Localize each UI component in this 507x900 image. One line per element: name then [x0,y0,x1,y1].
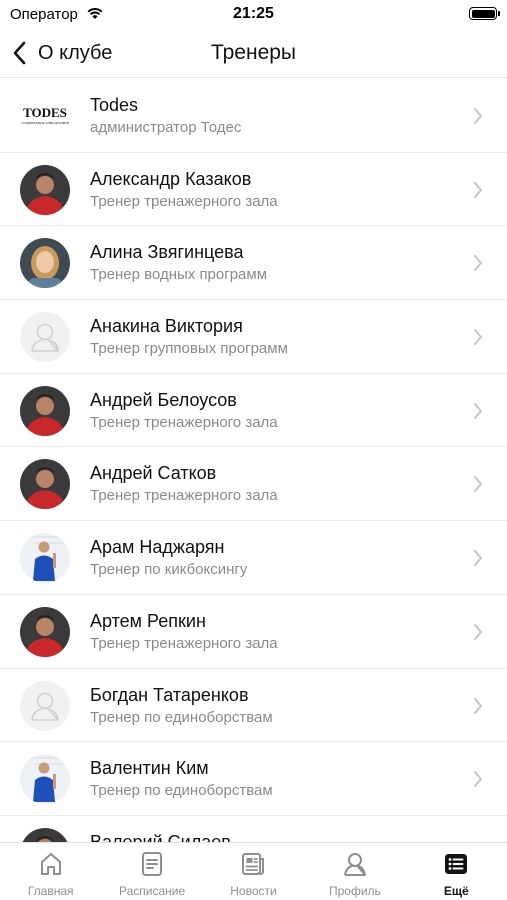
trainer-role: Тренер тренажерного зала [90,634,278,652]
trainer-role: Тренер групповых программ [90,340,288,358]
trainer-name: Андрей Белоусов [90,389,237,410]
trainer-name: Богдан Татаренков [90,684,249,705]
trainer-role: Тренер водных программ [90,266,268,284]
trainer-list: TODES СТУДИЯ БАЛЕТА АЛЛЫ ДУХОВОЙ Todes адми… [0,79,507,842]
avatar-photo [20,606,70,657]
tab-more[interactable]: Ещё [406,843,507,900]
trainer-name: Анакина Виктория [90,316,243,337]
news-icon [242,853,265,875]
navigation-bar: О клубе Тренеры [0,30,507,78]
chevron-right-icon [474,255,482,272]
trainer-name: Арам Наджарян [90,537,225,558]
avatar [20,385,70,436]
avatar-photo [20,459,70,510]
tab-profile[interactable]: Профиль [304,843,405,900]
avatar [20,754,70,805]
page-title: Тренеры [210,41,297,64]
avatar [20,164,70,215]
tab-label: Расписание [119,884,186,898]
avatar-photo [20,827,70,842]
avatar-photo [20,385,70,436]
avatar [20,238,70,289]
trainer-name: Александр Казаков [90,168,252,189]
trainer-row[interactable]: Андрей Сатков Тренер тренажерного зала [0,447,507,522]
trainer-role: Тренер тренажерного зала [90,487,278,505]
more-list-icon [445,854,468,874]
chevron-right-icon [474,108,482,124]
avatar [20,459,70,510]
tab-label: Главная [27,884,74,898]
logo-text: TODES [23,105,67,120]
clock: 21:25 [233,5,274,22]
trainer-row[interactable]: TODES СТУДИЯ БАЛЕТА АЛЛЫ ДУХОВОЙ Todes адми… [0,79,507,153]
todes-logo: TODESСТУДИЯ БАЛЕТА АЛЛЫ ДУХОВОЙ [20,91,70,141]
avatar-photo [20,238,70,289]
tab-bar: Главная Расписание Новости Профиль Ещё [0,842,507,900]
tab-schedule[interactable]: Расписание [101,843,202,900]
trainer-role: Тренер по единоборствам [90,708,273,726]
tab-label: Новости [230,884,277,898]
trainer-role: Тренер тренажерного зала [90,413,278,431]
chevron-right-icon [474,329,482,346]
chevron-right-icon [474,623,482,640]
trainer-role: Тренер по кикбоксингу [90,561,248,579]
tab-home[interactable]: Главная [0,843,101,900]
placeholder-user-icon [20,680,70,731]
avatar: TODES СТУДИЯ БАЛЕТА АЛЛЫ ДУХОВОЙ [20,91,70,141]
home-icon [40,853,61,875]
trainer-row[interactable]: Александр Казаков Тренер тренажерного зал… [0,153,507,227]
avatar-photo [20,533,70,584]
tab-news[interactable]: Новости [203,843,304,900]
chevron-right-icon [474,181,482,198]
trainer-row[interactable]: Валентин Ким Тренер по единоборствам [0,742,507,816]
logo-subtext: СТУДИЯ БАЛЕТА АЛЛЫ ДУХОВОЙ [21,121,69,125]
trainer-role: Тренер тренажерного зала [90,192,278,210]
trainer-name: Алина Звягинцева [90,242,244,263]
trainer-row[interactable]: Анакина Виктория Тренер групповых програм… [0,300,507,374]
avatar [20,533,70,584]
avatar [20,680,70,731]
trainer-row[interactable]: Арам Наджарян Тренер по кикбоксингу [0,521,507,595]
placeholder-user-icon [20,312,70,363]
chevron-right-icon [474,476,482,493]
trainer-row[interactable]: Артем Репкин Тренер тренажерного зала [0,595,507,669]
trainer-role: администратор Тодес [90,119,242,136]
trainer-name: Todes [90,95,139,115]
trainer-name: Валерий Силаев [90,831,231,842]
trainer-name: Артем Репкин [90,610,206,631]
tab-label: Ещё [443,884,469,898]
trainer-name: Валентин Ким [90,758,209,779]
chevron-right-icon [474,550,482,567]
avatar-photo [20,754,70,805]
chevron-right-icon [474,697,482,714]
schedule-icon [142,852,163,876]
trainer-role: Тренер по единоборствам [90,782,273,800]
avatar [20,606,70,657]
tab-label: Профиль [328,884,381,898]
avatar-photo [20,164,70,215]
profile-icon [343,853,366,876]
chevron-right-icon [474,402,482,419]
status-bar: Оператор 21:25 [0,0,507,30]
trainer-row[interactable]: Андрей Белоусов Тренер тренажерного зала [0,374,507,448]
avatar [20,827,70,842]
avatar [20,312,70,363]
battery-icon [469,7,500,20]
chevron-right-icon [474,771,482,788]
trainer-row[interactable]: Алина Звягинцева Тренер водных программ [0,226,507,301]
trainer-row[interactable]: Богдан Татаренков Тренер по единоборствам [0,669,507,743]
trainer-row[interactable]: Валерий Силаев [0,816,507,842]
trainer-name: Андрей Сатков [90,463,217,484]
